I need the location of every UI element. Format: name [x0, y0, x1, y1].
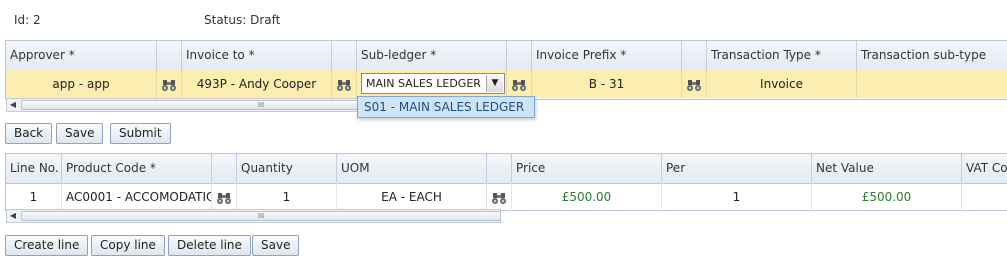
lines-grid-header: Line No. Product Code * Quantity UOM Pri… — [6, 154, 1007, 184]
subledger-select[interactable]: MAIN SALES LEDGER ▼ — [361, 73, 505, 94]
prefix-lookup-button[interactable] — [682, 70, 707, 98]
col-transaction-type[interactable]: Transaction Type * — [707, 41, 857, 70]
transaction-subtype-cell[interactable] — [857, 70, 1007, 98]
col-line-no[interactable]: Line No. — [6, 154, 62, 183]
col-invoice-to[interactable]: Invoice to * — [182, 41, 332, 70]
col-subledger-lookup — [507, 41, 532, 70]
chevron-down-icon[interactable]: ▼ — [486, 75, 503, 92]
invoice-to-lookup-button[interactable] — [332, 70, 357, 98]
binoculars-icon — [687, 79, 701, 91]
save-lines-button[interactable]: Save — [252, 235, 300, 256]
binoculars-icon — [162, 79, 176, 91]
col-net-value[interactable]: Net Value — [812, 154, 962, 183]
col-quantity[interactable]: Quantity — [237, 154, 337, 183]
invoice-grid-header: Approver * Invoice to * Sub-ledger * Inv… — [6, 41, 1007, 71]
col-price[interactable]: Price — [512, 154, 662, 183]
net-value-cell[interactable]: £500.00 — [812, 183, 962, 211]
invoice-prefix-cell[interactable]: B - 31 — [532, 70, 682, 98]
table-row[interactable]: 1 AC0001 - ACCOMODATIO 1 EA - EACH £500.… — [6, 183, 1007, 211]
col-per[interactable]: Per — [662, 154, 812, 183]
back-button[interactable]: Back — [5, 123, 53, 144]
binoculars-icon — [512, 79, 526, 91]
invoice-grid: Approver * Invoice to * Sub-ledger * Inv… — [5, 40, 1007, 100]
subledger-select-value: MAIN SALES LEDGER — [366, 77, 481, 90]
col-transaction-subtype[interactable]: Transaction sub-type — [857, 41, 1007, 70]
col-prefix-lookup — [682, 41, 707, 70]
transaction-type-cell[interactable]: Invoice — [707, 70, 857, 98]
price-cell[interactable]: £500.00 — [512, 183, 662, 211]
scroll-thumb[interactable]: III — [21, 211, 501, 221]
invoice-to-cell[interactable]: 493P - Andy Cooper — [182, 70, 332, 98]
subledger-lookup-button[interactable] — [507, 70, 532, 98]
col-approver-lookup — [157, 41, 182, 70]
quantity-cell[interactable]: 1 — [237, 183, 337, 211]
binoculars-icon — [217, 192, 231, 204]
product-lookup-button[interactable] — [212, 183, 237, 211]
line-no-cell[interactable]: 1 — [6, 183, 62, 211]
col-invoice-prefix[interactable]: Invoice Prefix * — [532, 41, 682, 70]
binoculars-icon — [492, 192, 506, 204]
record-status: Status: Draft — [204, 13, 281, 27]
per-cell[interactable]: 1 — [662, 183, 812, 211]
binoculars-icon — [337, 79, 351, 91]
invoice-row[interactable]: app - app 493P - Andy Cooper MAIN SALES … — [6, 70, 1007, 98]
delete-line-button[interactable]: Delete line — [168, 235, 251, 256]
col-uom[interactable]: UOM — [337, 154, 487, 183]
col-subledger[interactable]: Sub-ledger * — [357, 41, 507, 70]
vat-code-cell[interactable] — [962, 183, 1007, 211]
copy-line-button[interactable]: Copy line — [91, 235, 165, 256]
lines-grid-hscrollbar[interactable]: ◀ III — [6, 209, 501, 223]
product-code-cell[interactable]: AC0001 - ACCOMODATIO — [62, 183, 212, 211]
subledger-cell: MAIN SALES LEDGER ▼ — [357, 70, 507, 98]
record-id: Id: 2 — [14, 13, 41, 27]
col-uom-lookup — [487, 154, 512, 183]
scroll-left-icon[interactable]: ◀ — [7, 210, 19, 222]
col-vat-code[interactable]: VAT Co — [962, 154, 1007, 183]
subledger-dropdown-option[interactable]: S01 - MAIN SALES LEDGER — [357, 96, 535, 118]
uom-cell[interactable]: EA - EACH — [337, 183, 487, 211]
col-product-lookup — [212, 154, 237, 183]
submit-button[interactable]: Submit — [110, 123, 171, 144]
lines-grid: Line No. Product Code * Quantity UOM Pri… — [5, 153, 1007, 211]
col-invoice-to-lookup — [332, 41, 357, 70]
col-product-code[interactable]: Product Code * — [62, 154, 212, 183]
save-button[interactable]: Save — [56, 123, 104, 144]
create-line-button[interactable]: Create line — [5, 235, 89, 256]
scroll-left-icon[interactable]: ◀ — [7, 99, 19, 111]
approver-cell[interactable]: app - app — [6, 70, 157, 98]
col-approver[interactable]: Approver * — [6, 41, 157, 70]
uom-lookup-button[interactable] — [487, 183, 512, 211]
approver-lookup-button[interactable] — [157, 70, 182, 98]
